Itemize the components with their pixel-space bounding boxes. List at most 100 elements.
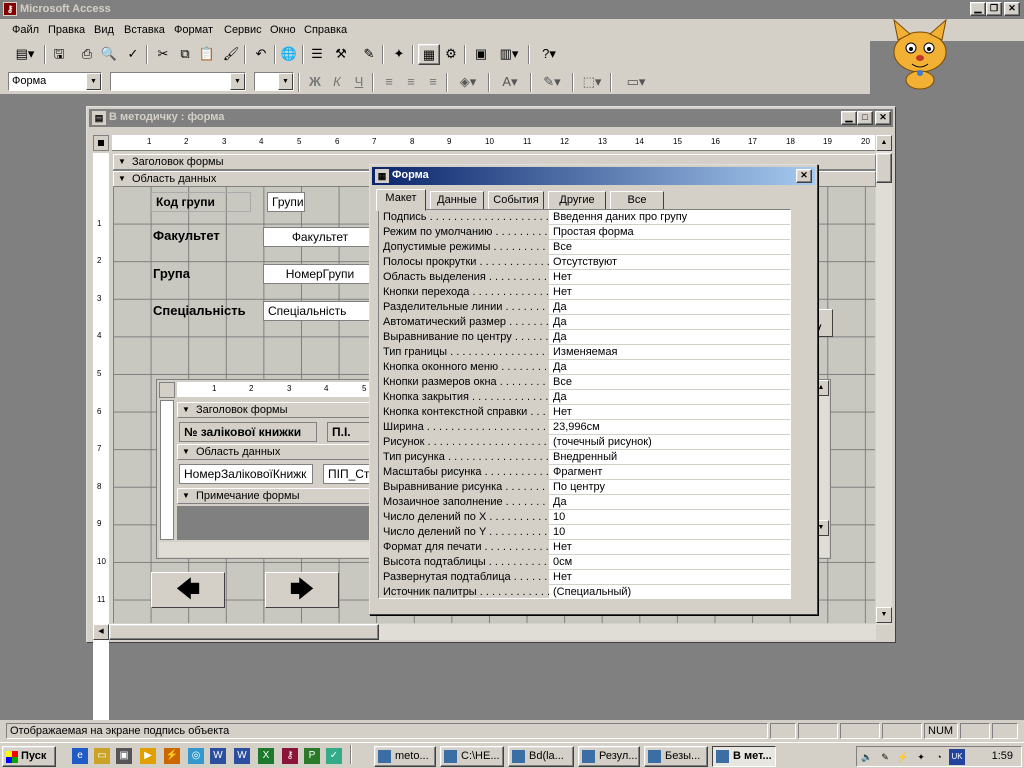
help-icon[interactable]: ?▾ (534, 44, 564, 65)
program-icon[interactable]: ⚡ (164, 748, 180, 764)
fill-color-icon[interactable]: ◈▾ (452, 72, 484, 93)
font-size-combo[interactable]: ▼ (254, 72, 294, 91)
taskbar-button[interactable]: C:\HE... (440, 746, 504, 767)
property-value[interactable]: Да (553, 495, 789, 509)
specialty-combo[interactable]: Спеціальність (263, 301, 373, 321)
property-row[interactable]: Автоматический размер . . . . . . . . . … (379, 315, 790, 330)
scroll-thumb[interactable] (876, 153, 892, 183)
menu-tools[interactable]: Сервис (224, 24, 262, 36)
menu-format[interactable]: Формат (174, 24, 213, 36)
word-icon[interactable]: W (234, 748, 250, 764)
build-icon[interactable]: ⚙ (440, 44, 462, 65)
property-row[interactable]: Выравнивание рисунка . . . . . . . . . .… (379, 480, 790, 495)
property-value[interactable]: Отсутствуют (553, 255, 789, 269)
font-color-icon[interactable]: A▾ (494, 72, 526, 93)
menu-window[interactable]: Окно (270, 24, 296, 36)
property-row[interactable]: Область выделения . . . . . . . . . . . … (379, 270, 790, 285)
previous-record-button[interactable]: 🡄 (151, 572, 225, 608)
horizontal-ruler[interactable]: 1 2 3 4 5 6 7 8 9 10 11 12 13 14 15 16 17 18 19 20 (112, 135, 875, 151)
property-row[interactable]: Кнопки размеров окна . . . . . . . . . .… (379, 375, 790, 390)
record-book-field[interactable]: НомерЗаліковоїКнижк (179, 464, 313, 484)
folder-icon[interactable]: ▭ (94, 748, 110, 764)
taskbar-button[interactable]: В мет... (712, 746, 776, 767)
scroll-down-icon[interactable]: ▼ (876, 607, 892, 623)
property-row[interactable]: Развернутая подтаблица . . . . . . . . .… (379, 570, 790, 585)
view-icon[interactable]: ▤▾ (8, 44, 42, 65)
property-value[interactable]: 10 (553, 510, 789, 524)
spelling-icon[interactable]: ✓ (122, 44, 144, 65)
scroll-up-icon[interactable]: ▲ (876, 135, 892, 151)
property-value[interactable]: Да (553, 300, 789, 314)
toolbox-icon[interactable]: ⚒ (330, 44, 352, 65)
property-value[interactable]: 23,996см (553, 420, 789, 434)
property-value[interactable]: (Специальный) (553, 585, 789, 598)
hyperlink-icon[interactable]: 🌐 (278, 44, 300, 65)
autoformat-icon[interactable]: ✎ (358, 44, 380, 65)
property-value[interactable]: Все (553, 375, 789, 389)
undo-icon[interactable]: ↶ (250, 44, 272, 65)
property-row[interactable]: Число делений по Y . . . . . . . . . . .… (379, 525, 790, 540)
property-value[interactable]: Нет (553, 570, 789, 584)
italic-button[interactable]: К (326, 72, 348, 93)
app-title-bar[interactable]: ⚷ Microsoft Access ▁ ❐ ✕ (0, 0, 1024, 19)
taskbar-button[interactable]: Резул... (578, 746, 640, 767)
form-minimize-button[interactable]: ▁ (841, 111, 857, 125)
properties-titlebar[interactable]: ▦ Форма ✕ (372, 167, 815, 185)
property-row[interactable]: Число делений по X . . . . . . . . . . .… (379, 510, 790, 525)
special-effect-icon[interactable]: ▭▾ (616, 72, 656, 93)
bold-button[interactable]: Ж (304, 72, 326, 93)
tab-other[interactable]: Другие (548, 191, 606, 210)
property-value[interactable]: Внедренный (553, 450, 789, 464)
internet-explorer-icon[interactable]: e (72, 748, 88, 764)
next-record-button[interactable]: 🡆 (265, 572, 339, 608)
record-book-label[interactable]: № залікової книжки (179, 422, 317, 442)
property-row[interactable]: Формат для печати . . . . . . . . . . . … (379, 540, 790, 555)
property-value[interactable]: Нет (553, 540, 789, 554)
properties-close-button[interactable]: ✕ (796, 169, 812, 183)
faculty-label[interactable]: Факультет (153, 228, 220, 243)
chevron-down-icon[interactable]: ▼ (278, 73, 293, 90)
property-value[interactable]: По центру (553, 480, 789, 494)
word-icon[interactable]: W (210, 748, 226, 764)
property-row[interactable]: Ширина . . . . . . . . . . . . . . . . .… (379, 420, 790, 435)
property-value[interactable]: Все (553, 240, 789, 254)
menu-help[interactable]: Справка (304, 24, 347, 36)
property-value[interactable]: Изменяемая (553, 345, 789, 359)
group-label[interactable]: Група (153, 266, 190, 281)
property-row[interactable]: Тип границы . . . . . . . . . . . . . . … (379, 345, 790, 360)
property-value[interactable]: Нет (553, 285, 789, 299)
cut-icon[interactable]: ✂ (152, 44, 174, 65)
copy-icon[interactable]: ⧉ (174, 44, 196, 65)
program-icon[interactable]: ✓ (326, 748, 342, 764)
property-value[interactable]: Да (553, 390, 789, 404)
program-icon[interactable]: ◎ (188, 748, 204, 764)
property-row[interactable]: Режим по умолчанию . . . . . . . . . . .… (379, 225, 790, 240)
form-maximize-button[interactable]: □ (857, 111, 873, 125)
language-indicator[interactable]: UK (949, 749, 965, 765)
property-row[interactable]: Высота подтаблицы . . . . . . . . . . . … (379, 555, 790, 570)
code-field[interactable]: Групи (267, 192, 305, 212)
save-icon[interactable]: 🖫 (48, 44, 70, 65)
property-row[interactable]: Тип рисунка . . . . . . . . . . . . . . … (379, 450, 790, 465)
code-label[interactable]: Код групи (151, 192, 251, 212)
property-value[interactable]: Простая форма (553, 225, 789, 239)
taskbar-button[interactable]: Безы... (644, 746, 708, 767)
field-list-icon[interactable]: ☰ (306, 44, 328, 65)
form-hscrollbar[interactable]: ◀ (93, 624, 876, 640)
scroll-left-icon[interactable]: ◀ (93, 624, 109, 640)
properties-dialog[interactable]: ▦ Форма ✕ Макет Данные События Другие Вс… (369, 164, 818, 615)
tab-events[interactable]: События (488, 191, 544, 210)
chevron-down-icon[interactable]: ▼ (86, 73, 101, 90)
align-center-icon[interactable]: ≡ (400, 72, 422, 93)
underline-button[interactable]: Ч (348, 72, 370, 93)
properties-icon[interactable]: ▦ (418, 44, 440, 65)
line-color-icon[interactable]: ✎▾ (536, 72, 568, 93)
office-assistant-cat-icon[interactable] (880, 18, 960, 90)
new-object-icon[interactable]: ▥▾ (494, 44, 524, 65)
property-row[interactable]: Кнопка контекстной справки . . . . . . .… (379, 405, 790, 420)
menu-insert[interactable]: Вставка (124, 24, 165, 36)
media-icon[interactable]: ▶ (140, 748, 156, 764)
close-button[interactable]: ✕ (1004, 2, 1020, 16)
property-row[interactable]: Мозаичное заполнение . . . . . . . . . .… (379, 495, 790, 510)
form-window-titlebar[interactable]: ▤ В методичку : форма ▁ □ ✕ (89, 109, 893, 127)
